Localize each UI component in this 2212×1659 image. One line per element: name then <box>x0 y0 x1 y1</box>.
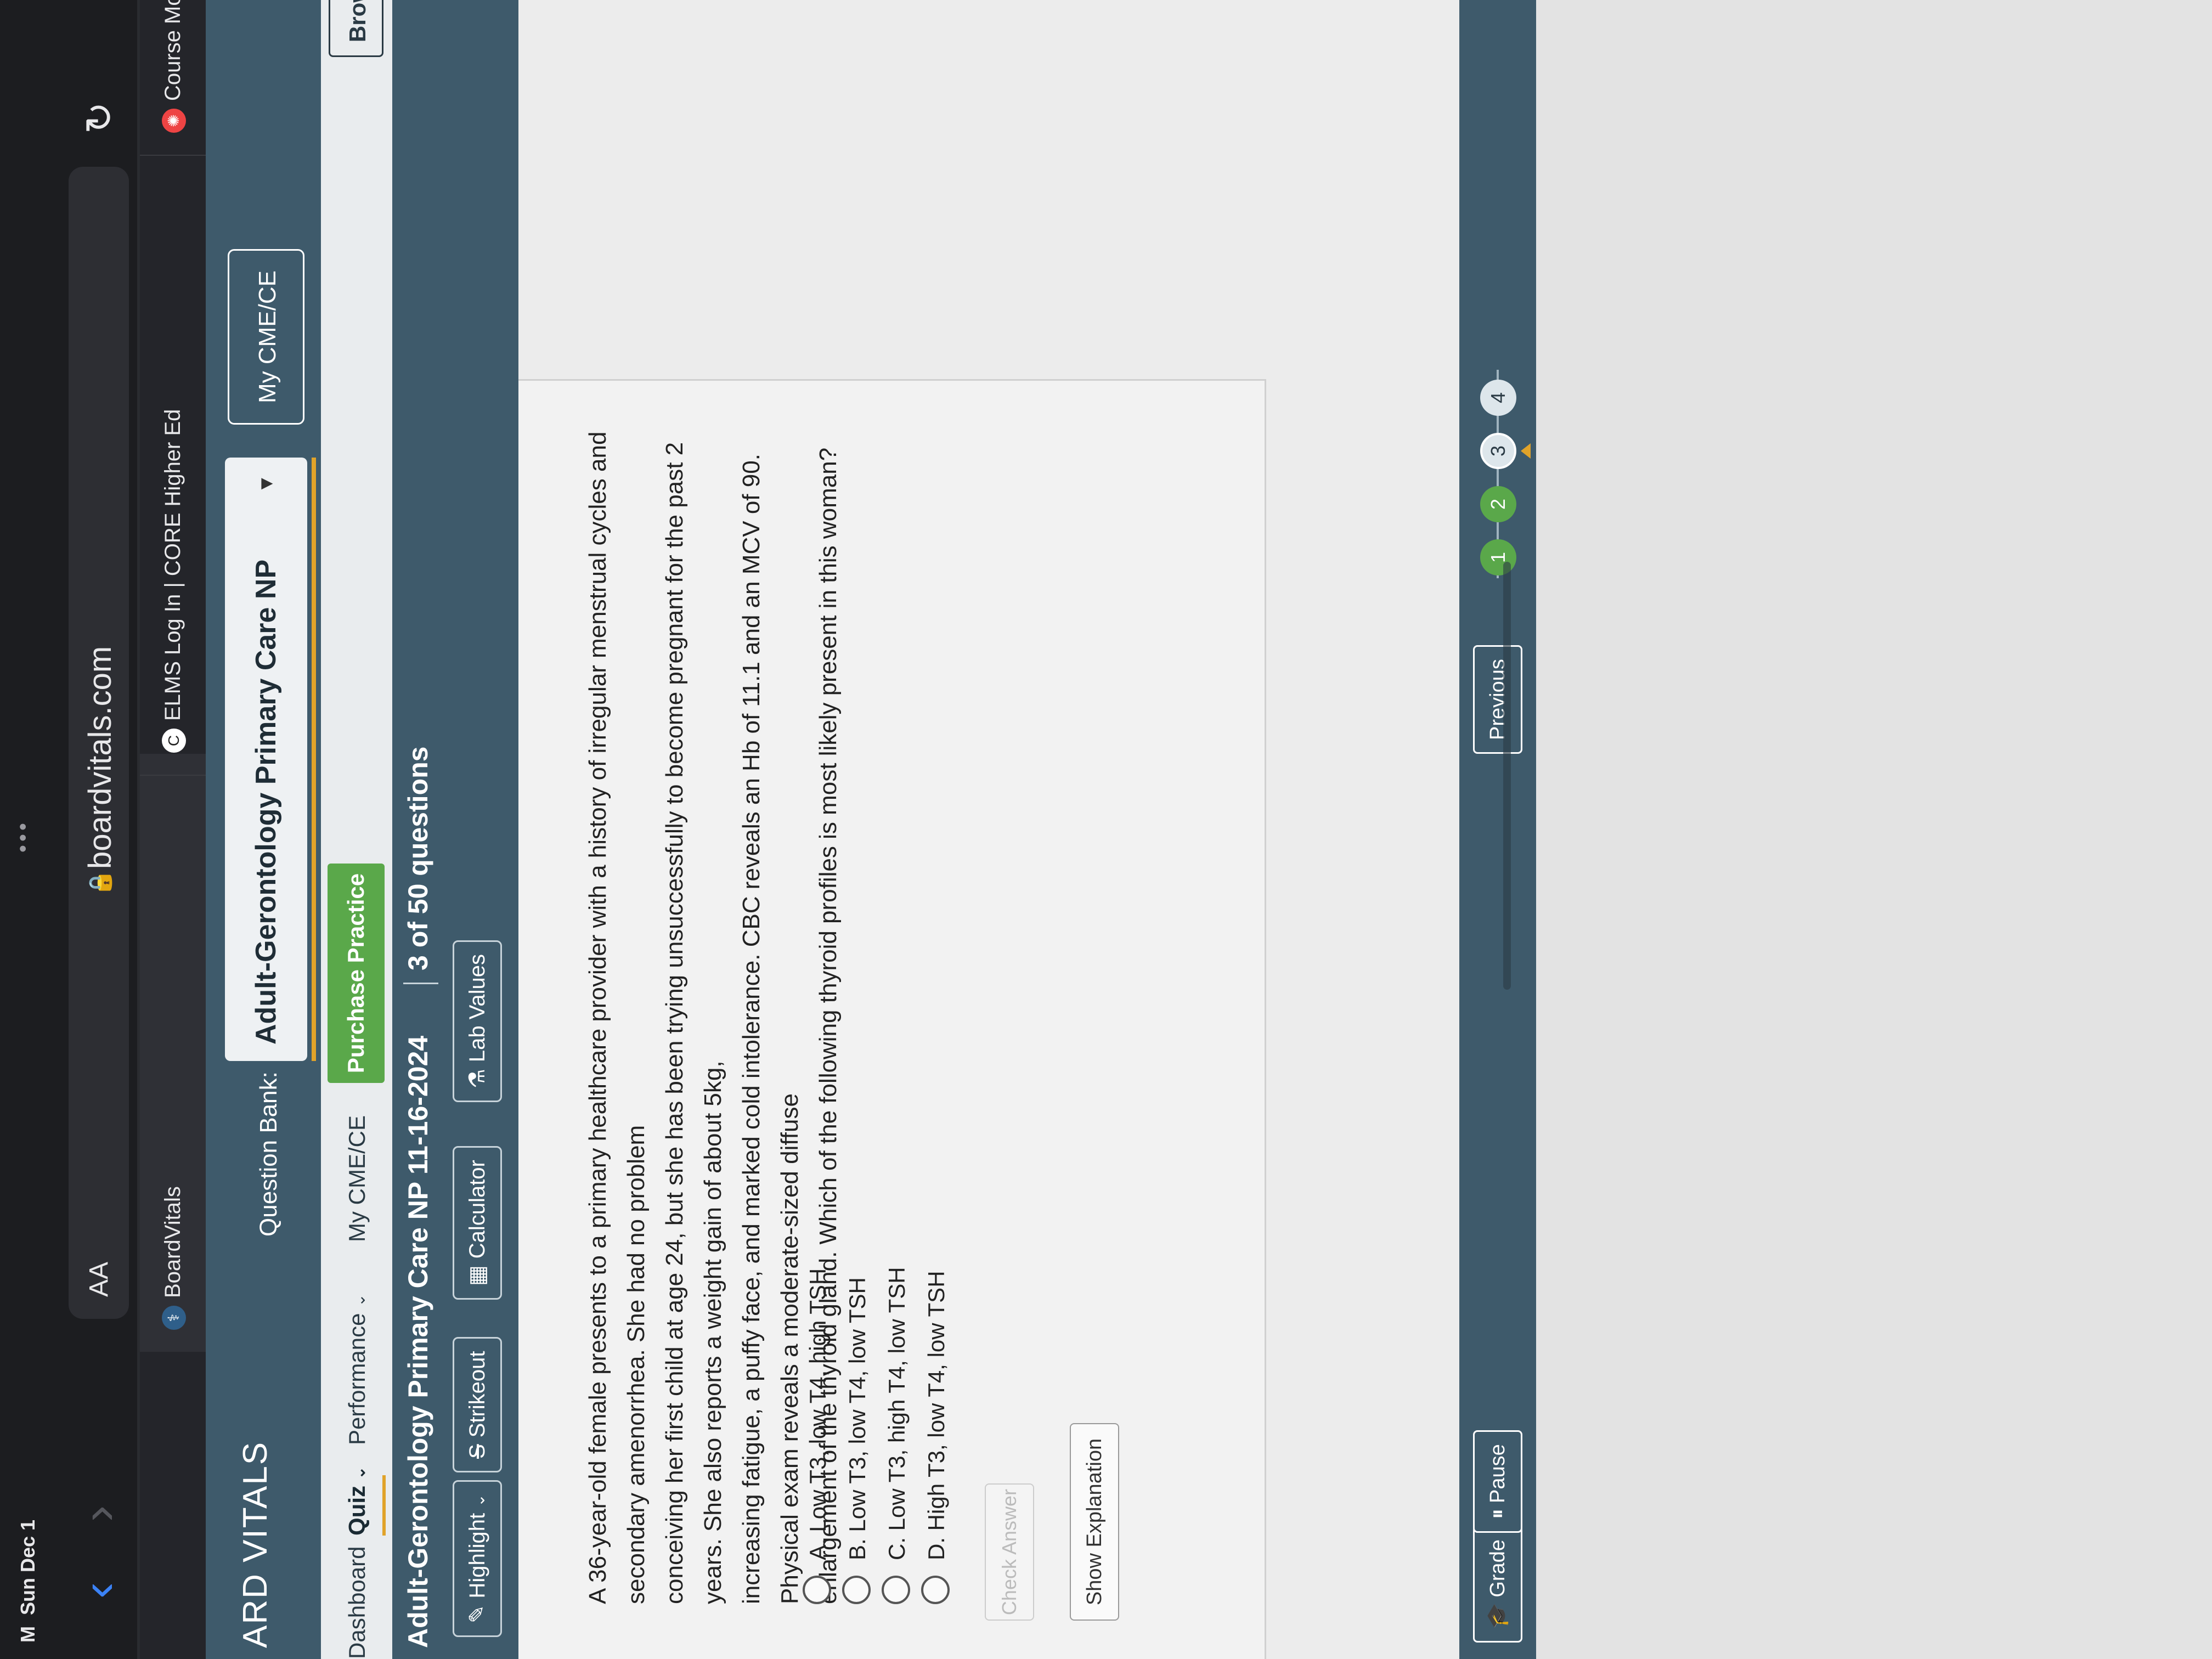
option-label: B. Low T3, low T4, low TSH <box>844 1277 870 1560</box>
answer-options: A. Low T3, low T4, high TSH B. Low T3, l… <box>798 1267 956 1604</box>
text-size-button[interactable]: AA <box>84 1262 114 1297</box>
check-answer-button[interactable]: Check Answer <box>985 1483 1034 1621</box>
lock-icon: 🔒 <box>88 869 112 896</box>
question-nav-4[interactable]: 4 <box>1480 380 1516 416</box>
lab-values-button[interactable]: ⚗ Lab Values <box>453 940 502 1102</box>
calculator-button[interactable]: ▦ Calculator <box>453 1146 502 1300</box>
question-line: increasing fatigue, a puffy face, and ma… <box>738 454 803 1604</box>
nav-active-indicator <box>382 1475 386 1536</box>
grade-button[interactable]: 🎓 Grade <box>1473 1526 1522 1643</box>
nav-performance[interactable]: Performance ⌄ <box>344 1294 370 1445</box>
address-bar[interactable]: AA 🔒 boardvitals.com <box>69 167 129 1319</box>
question-bank-label: Question Bank: <box>255 1071 282 1237</box>
pause-button[interactable]: ⏸ Pause <box>1473 1430 1522 1533</box>
nav-quiz[interactable]: Quiz ⌄ <box>344 1466 370 1536</box>
forward-chevron-icon[interactable]: › <box>71 1489 126 1522</box>
reload-icon[interactable]: ↻ <box>77 101 122 134</box>
option-label: C. Low T3, high T4, low TSH <box>884 1267 910 1560</box>
answer-option-d[interactable]: D. High T3, low T4, low TSH <box>917 1267 956 1604</box>
off-screen-area <box>1536 0 2212 1659</box>
question-bank-value: Adult-Gerontology Primary Care NP <box>250 559 282 1045</box>
multitask-dots-icon[interactable]: ••• <box>11 820 36 853</box>
title-divider <box>403 983 438 984</box>
nav-dashboard[interactable]: Dashboard <box>344 1547 370 1659</box>
nav-my-cme[interactable]: My CME/CE <box>344 1115 370 1242</box>
question-nav-3[interactable]: 3 <box>1480 433 1516 469</box>
previous-button[interactable]: Previous <box>1473 645 1522 754</box>
grade-label: Grade <box>1486 1539 1509 1598</box>
radio-button[interactable] <box>842 1576 871 1604</box>
highlight-button[interactable]: ✎ Highlight ⌄ <box>453 1480 502 1637</box>
boardvitals-favicon-icon: ⚕ <box>162 1306 187 1330</box>
browse-button[interactable]: Browse Q <box>329 0 383 57</box>
question-nav-1[interactable]: 1 <box>1480 539 1516 575</box>
main-nav: Dashboard Quiz ⌄ Performance ⌄ My CME/CE… <box>321 0 426 1659</box>
answer-option-b[interactable]: B. Low T3, low T4, low TSH <box>838 1267 877 1604</box>
highlight-label: Highlight <box>465 1513 489 1599</box>
chevron-down-icon: ⌄ <box>351 1466 368 1480</box>
canvas-red-favicon-icon: ✺ <box>162 109 187 133</box>
show-explanation-button[interactable]: Show Explanation <box>1070 1423 1119 1621</box>
strikeout-icon: S <box>465 1444 489 1459</box>
tab-elms[interactable]: C ELMS Log In | CORE Higher Ed <box>140 133 206 776</box>
question-count: 3 of 50 questions <box>403 746 433 970</box>
quiz-title: Adult-Gerontology Primary Care NP 11-16-… <box>403 1035 433 1648</box>
purchase-practice-exam-button[interactable]: Purchase Practice Exam <box>328 864 426 1083</box>
calculator-label: Calculator <box>465 1160 489 1259</box>
tab-bar: ⚕ BoardVitals C ELMS Log In | CORE Higher … <box>140 0 206 1659</box>
tab-label: BoardVitals <box>161 1186 185 1298</box>
answer-option-a[interactable]: A. Low T3, low T4, high TSH <box>798 1267 838 1604</box>
option-label: D. High T3, low T4, low TSH <box>923 1271 949 1560</box>
back-chevron-icon[interactable]: ‹ <box>71 1566 126 1599</box>
option-label: A. Low T3, low T4, high TSH <box>805 1268 831 1560</box>
question-line: A 36-year-old female presents to a prima… <box>584 431 650 1604</box>
app-header: ARD VITALS Question Bank: Adult-Gerontol… <box>206 0 321 1659</box>
calculator-icon: ▦ <box>465 1265 489 1286</box>
tab-label: Course Modules: NURS 679L-B Primary Care… <box>161 0 185 101</box>
rotated-screen: M Sun Dec 1 ••• ‹ › AA 🔒 boardvitals.com… <box>0 0 2212 1659</box>
tab-course-modules[interactable]: ✺ Course Modules: NURS 679L-B Primary Car… <box>140 0 206 156</box>
question-nav-2[interactable]: 2 <box>1480 486 1516 522</box>
nav-performance-label: Performance <box>344 1313 370 1445</box>
my-cme-button[interactable]: My CME/CE <box>228 249 304 425</box>
answer-option-c[interactable]: C. Low T3, high T4, low TSH <box>877 1267 917 1604</box>
radio-button[interactable] <box>803 1576 831 1604</box>
tab-label: ELMS Log In | CORE Higher Ed <box>161 409 185 721</box>
pause-label: Pause <box>1486 1444 1509 1503</box>
tab-boardvitals[interactable]: ⚕ BoardVitals <box>140 754 206 1352</box>
radio-button[interactable] <box>882 1576 910 1604</box>
strikeout-button[interactable]: S Strikeout <box>453 1337 502 1472</box>
question-line: conceiving her first child at age 24, bu… <box>661 442 726 1604</box>
url-domain: boardvitals.com <box>82 646 118 869</box>
strikeout-label: Strikeout <box>465 1351 489 1438</box>
home-indicator <box>1503 562 1511 990</box>
radio-button[interactable] <box>921 1576 950 1604</box>
nav-quiz-label: Quiz <box>344 1486 370 1536</box>
flask-icon: ⚗ <box>465 1069 489 1088</box>
quiz-title-bar: Adult-Gerontology Primary Care NP 11-16-… <box>392 0 518 1659</box>
chevron-down-icon: ⌄ <box>471 1494 488 1507</box>
status-date: M Sun Dec 1 <box>16 1519 39 1643</box>
current-question-marker <box>1521 443 1531 459</box>
pause-icon: ⏸ <box>1486 1508 1509 1519</box>
chevron-down-icon: ⌄ <box>351 1294 368 1307</box>
question-card: A 36-year-old female presents to a prima… <box>518 379 1266 1659</box>
question-bank-select[interactable]: Adult-Gerontology Primary Care NP ▼ <box>225 458 307 1061</box>
canvas-favicon-icon: C <box>162 729 187 753</box>
caret-down-icon: ▼ <box>255 474 277 494</box>
quiz-footer: 🎓 Grade ⏸ Pause Previous 1 2 3 4 <box>1459 0 1536 1659</box>
lab-values-label: Lab Values <box>465 953 489 1063</box>
graduation-cap-icon: 🎓 <box>1486 1602 1509 1629</box>
boardvitals-logo[interactable]: ARD VITALS <box>236 1441 275 1648</box>
select-underline <box>312 458 316 1061</box>
pencil-icon: ✎ <box>465 1605 489 1623</box>
